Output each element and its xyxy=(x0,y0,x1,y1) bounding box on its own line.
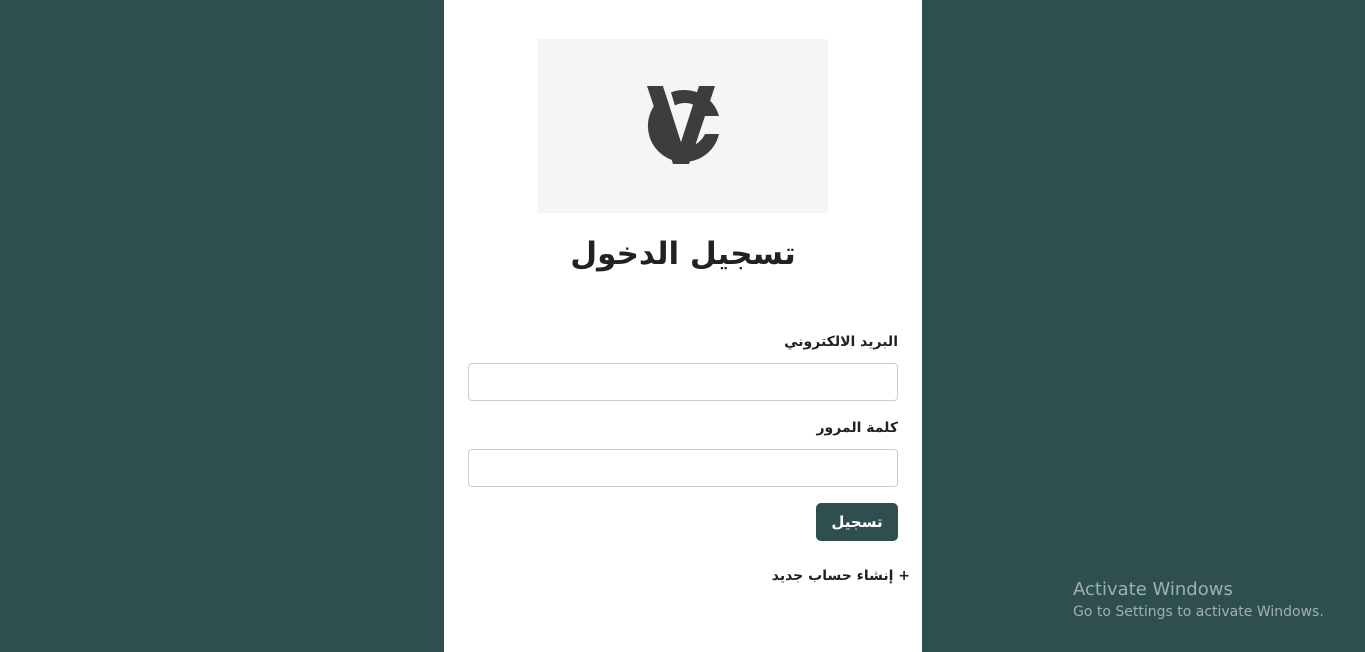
password-label: كلمة المرور xyxy=(816,420,898,436)
login-button[interactable]: تسجيل xyxy=(816,503,898,541)
page-background: تسجيل الدخول البريد الالكتروني كلمة المر… xyxy=(0,0,1365,652)
watermark-subtitle: Go to Settings to activate Windows. xyxy=(1073,604,1324,620)
vc-logo-icon xyxy=(647,86,719,164)
logo-container xyxy=(538,39,828,213)
windows-activation-watermark: Activate Windows Go to Settings to activ… xyxy=(1073,579,1324,623)
password-field[interactable] xyxy=(468,449,898,487)
email-label: البريد الالكتروني xyxy=(784,334,898,350)
login-card: تسجيل الدخول البريد الالكتروني كلمة المر… xyxy=(444,0,922,652)
watermark-title: Activate Windows xyxy=(1073,579,1233,600)
email-field[interactable] xyxy=(468,363,898,401)
page-title: تسجيل الدخول xyxy=(570,236,796,272)
create-account-link[interactable]: + إنشاء حساب جديد xyxy=(772,568,910,584)
